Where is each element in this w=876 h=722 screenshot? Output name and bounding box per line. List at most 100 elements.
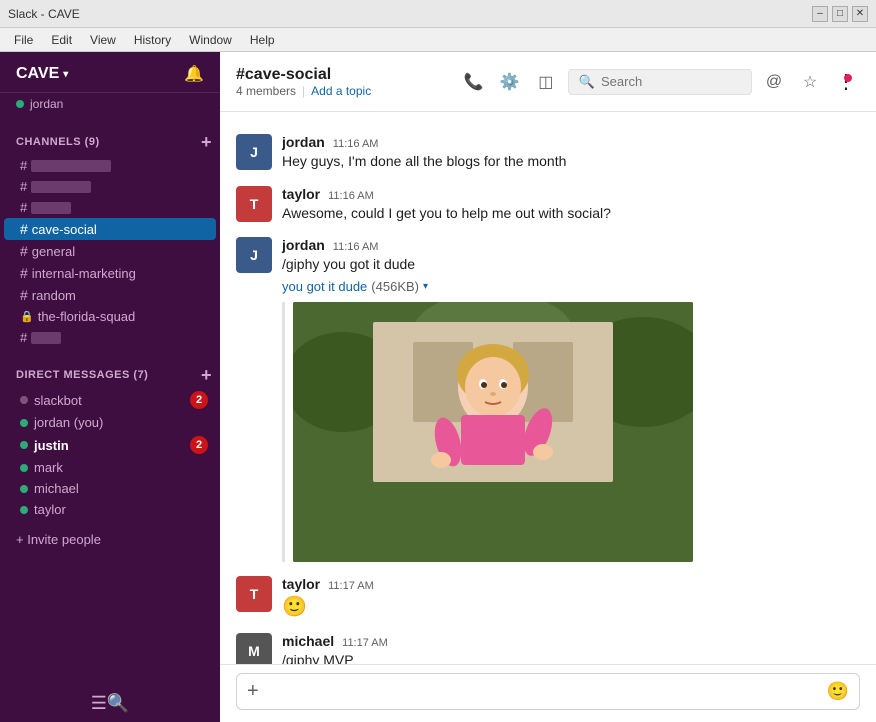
channel-name: random: [32, 288, 76, 303]
more-actions-button[interactable]: ⋮: [832, 68, 860, 96]
window-title: Slack - CAVE: [8, 7, 80, 21]
workspace-name-button[interactable]: CAVE ▾: [16, 65, 68, 83]
channels-label: CHANNELS (9): [16, 136, 100, 148]
message-time: 11:16 AM: [333, 138, 379, 150]
close-button[interactable]: ✕: [852, 6, 868, 22]
dm-left: taylor: [20, 502, 66, 517]
dm-badge: 2: [190, 436, 208, 454]
add-attachment-button[interactable]: +: [247, 680, 259, 703]
message-time: 11:17 AM: [328, 580, 374, 592]
menu-help[interactable]: Help: [242, 31, 283, 49]
message-header: taylor 11:17 AM: [282, 576, 860, 592]
username-label: jordan: [30, 97, 63, 111]
dm-status-dot: [20, 464, 28, 472]
menu-history[interactable]: History: [126, 31, 179, 49]
dm-left: michael: [20, 481, 79, 496]
hash-icon: #: [20, 330, 27, 345]
hash-icon: #: [20, 179, 27, 194]
minimize-button[interactable]: –: [812, 6, 828, 22]
dm-name: michael: [34, 481, 79, 496]
message-time: 11:16 AM: [328, 190, 374, 202]
blurred-channel-name: [31, 181, 91, 193]
message-username: jordan: [282, 134, 325, 150]
message-time: 11:17 AM: [342, 637, 388, 649]
dm-section-header[interactable]: DIRECT MESSAGES (7) +: [0, 364, 220, 388]
message-header: jordan 11:16 AM: [282, 134, 860, 150]
dm-status-dot: [20, 485, 28, 493]
message-input-box: + 🙂: [236, 673, 860, 710]
menu-file[interactable]: File: [6, 31, 41, 49]
channel-search-box[interactable]: 🔍: [568, 69, 752, 95]
dm-justin[interactable]: justin 2: [4, 433, 216, 457]
layout-icon-button[interactable]: ◫: [532, 68, 560, 96]
channel-header: #cave-social 4 members | Add a topic 📞 ⚙…: [220, 52, 876, 112]
sidebar-item-random[interactable]: # random: [4, 284, 216, 306]
add-topic-link[interactable]: Add a topic: [311, 84, 371, 98]
emoji-picker-button[interactable]: 🙂: [827, 681, 849, 702]
message-username: michael: [282, 633, 334, 649]
sidebar-item-cave-social[interactable]: # cave-social: [4, 218, 216, 240]
dm-mark[interactable]: mark: [4, 457, 216, 478]
hash-icon: #: [20, 265, 28, 281]
user-status: jordan: [0, 93, 220, 119]
channel-name-text: #cave-social: [236, 66, 331, 84]
message-group: T taylor 11:17 AM 🙂: [236, 570, 860, 625]
message-input[interactable]: [267, 684, 819, 700]
message-content: jordan 11:16 AM Hey guys, I'm done all t…: [282, 134, 860, 172]
dm-name: mark: [34, 460, 63, 475]
dm-status-dot: [20, 506, 28, 514]
sidebar-item-the-florida-squad[interactable]: 🔒 the-florida-squad: [4, 306, 216, 327]
message-time: 11:16 AM: [333, 241, 379, 253]
dm-badge: 2: [190, 391, 208, 409]
star-icon-button[interactable]: ☆: [796, 68, 824, 96]
messages-area: J jordan 11:16 AM Hey guys, I'm done all…: [220, 112, 876, 664]
message-text: /giphy MVP: [282, 651, 860, 664]
gif-image: YOU GOT IT DUDE!: [293, 302, 693, 562]
message-text: Awesome, could I get you to help me out …: [282, 204, 860, 224]
channel-blurred-2: #: [4, 176, 216, 197]
titlebar: Slack - CAVE – □ ✕: [0, 0, 876, 28]
message-header: jordan 11:16 AM: [282, 237, 860, 253]
message-group: J jordan 11:16 AM Hey guys, I'm done all…: [236, 128, 860, 178]
add-channel-button[interactable]: +: [201, 133, 212, 151]
invite-people-button[interactable]: + Invite people: [0, 524, 220, 555]
menu-window[interactable]: Window: [181, 31, 240, 49]
more-actions-wrapper: ⋮: [832, 68, 860, 96]
channel-name: cave-social: [32, 222, 97, 237]
sidebar-item-general[interactable]: # general: [4, 240, 216, 262]
app-body: CAVE ▾ 🔔 jordan CHANNELS (9) + # #: [0, 52, 876, 722]
dm-jordan[interactable]: jordan (you): [4, 412, 216, 433]
sidebar: CAVE ▾ 🔔 jordan CHANNELS (9) + # #: [0, 52, 220, 722]
message-header: michael 11:17 AM: [282, 633, 860, 649]
dm-label: DIRECT MESSAGES (7): [16, 369, 148, 381]
channels-section-header[interactable]: CHANNELS (9) +: [0, 131, 220, 155]
dm-left: justin: [20, 438, 69, 453]
phone-icon-button[interactable]: 📞: [460, 68, 488, 96]
at-icon-button[interactable]: @: [760, 68, 788, 96]
channel-name-header: #cave-social: [236, 66, 371, 84]
header-actions: 📞 ⚙️ ◫ 🔍 @ ☆ ⋮: [460, 68, 860, 96]
menu-view[interactable]: View: [82, 31, 124, 49]
channel-blurred-3: #: [4, 197, 216, 218]
menubar: File Edit View History Window Help: [0, 28, 876, 52]
giphy-link[interactable]: you got it dude (456KB) ▾: [282, 279, 428, 294]
avatar: T: [236, 186, 272, 222]
hash-icon: #: [20, 287, 28, 303]
giphy-label: you got it dude: [282, 279, 367, 294]
search-icon: 🔍: [579, 74, 595, 90]
maximize-button[interactable]: □: [832, 6, 848, 22]
bell-icon[interactable]: 🔔: [184, 64, 204, 84]
add-dm-button[interactable]: +: [201, 366, 212, 384]
channel-name: general: [32, 244, 75, 259]
message-username: taylor: [282, 576, 320, 592]
search-history-icon[interactable]: ☰🔍: [91, 693, 130, 714]
avatar: T: [236, 576, 272, 612]
search-input[interactable]: [601, 74, 741, 89]
sidebar-item-internal-marketing[interactable]: # internal-marketing: [4, 262, 216, 284]
settings-icon-button[interactable]: ⚙️: [496, 68, 524, 96]
dm-taylor[interactable]: taylor: [4, 499, 216, 520]
menu-edit[interactable]: Edit: [43, 31, 80, 49]
members-count: 4 members: [236, 84, 296, 98]
dm-slackbot[interactable]: slackbot 2: [4, 388, 216, 412]
dm-michael[interactable]: michael: [4, 478, 216, 499]
